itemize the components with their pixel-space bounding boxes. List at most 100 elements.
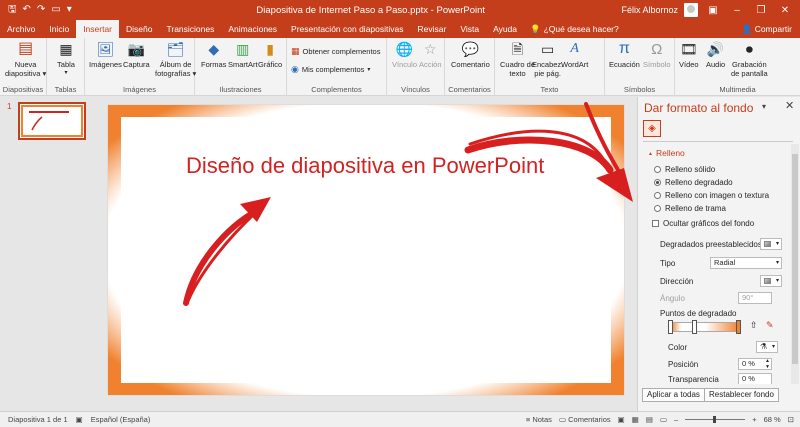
undo-icon[interactable]: ↶ <box>23 5 31 15</box>
group-label-complementos: Complementos <box>311 85 362 94</box>
apply-to-all-button[interactable]: Aplicar a todas <box>642 388 705 402</box>
my-addins-button[interactable]: ◉ Mis complementos ▾ <box>291 64 370 75</box>
fit-to-window-icon[interactable]: ⊡ <box>788 415 794 424</box>
presentation-icon[interactable]: ▭ <box>51 5 60 15</box>
pictures-button[interactable]: 🖼 Imágenes <box>89 40 122 69</box>
textbox-button[interactable]: 🗎 Cuadro de texto <box>500 40 535 78</box>
transparency-spinner[interactable]: 0 % <box>738 373 772 384</box>
remove-stop-icon[interactable]: ✎ <box>766 320 774 331</box>
scrollbar-thumb[interactable] <box>792 154 798 364</box>
type-value: Radial <box>714 258 736 267</box>
header-footer-button[interactable]: ▭ Encabez. pie pág. <box>532 40 563 78</box>
photo-album-label-2: fotografías ▾ <box>155 69 197 78</box>
restore-icon[interactable]: ❐ <box>752 5 770 16</box>
notes-button[interactable]: ≡ Notas <box>526 415 552 424</box>
smartart-button[interactable]: ▥ SmartArt <box>228 40 258 69</box>
type-dropdown[interactable]: Radial ▾ <box>710 257 782 269</box>
tab-ayuda[interactable]: Ayuda <box>486 20 524 38</box>
wordart-button[interactable]: A WordArt <box>561 40 589 70</box>
language-indicator[interactable]: Español (España) <box>83 415 159 424</box>
customize-qat-icon[interactable]: ▾ <box>67 5 72 15</box>
tell-me-box[interactable]: 💡 ¿Qué desea hacer? <box>524 20 625 38</box>
link-button[interactable]: 🌐 Vínculo <box>392 40 417 69</box>
paint-bucket-icon[interactable]: ◈ <box>643 120 661 137</box>
slide-canvas[interactable]: Diseño de diapositiva en PowerPoint <box>108 105 624 395</box>
wordart-icon: A <box>570 41 579 56</box>
preset-gradients-dropdown[interactable]: ▾ <box>760 238 782 250</box>
share-label: Compartir <box>754 24 792 34</box>
zoom-in-icon[interactable]: + <box>752 415 756 424</box>
screen-recording-button[interactable]: ⏺ Grabación de pantalla <box>731 40 768 78</box>
hide-graphics-checkbox[interactable]: Ocultar gráficos del fondo <box>652 219 754 228</box>
gradient-stop-2[interactable] <box>692 320 697 334</box>
tab-insertar[interactable]: Insertar <box>76 20 120 38</box>
video-icon: 🎞 <box>679 41 698 57</box>
share-button[interactable]: 👤 Compartir <box>742 20 800 38</box>
pane-options-icon[interactable]: ▾ <box>762 102 766 111</box>
add-stop-icon[interactable]: ⇧ <box>750 320 758 331</box>
radio-picture-fill[interactable]: Relleno con imagen o textura <box>654 191 769 200</box>
tell-me-label: ¿Qué desea hacer? <box>543 24 619 34</box>
color-picker[interactable]: ⚗ ▾ <box>756 341 778 353</box>
angle-spinner[interactable]: 90° <box>738 292 772 304</box>
minimize-icon[interactable]: – <box>728 5 746 16</box>
get-addins-button[interactable]: ▦ Obtener complementos <box>291 46 380 57</box>
radio-gradient-fill[interactable]: Relleno degradado <box>654 178 733 187</box>
gradient-stop-1[interactable] <box>668 320 673 334</box>
tab-revisar[interactable]: Revisar <box>411 20 454 38</box>
tab-archivo[interactable]: Archivo <box>0 20 42 38</box>
zoom-slider[interactable] <box>685 416 746 423</box>
new-slide-label: Nueva <box>14 60 37 69</box>
ribbon-display-icon[interactable]: ▣ <box>704 5 722 16</box>
redo-icon[interactable]: ↷ <box>37 5 45 15</box>
tab-vista[interactable]: Vista <box>453 20 486 38</box>
user-name[interactable]: Félix Albornoz <box>621 5 678 15</box>
gradient-stop-3[interactable] <box>736 320 741 334</box>
slide-thumbnail[interactable] <box>18 102 86 140</box>
direction-dropdown[interactable]: ▾ <box>760 275 782 287</box>
slide-number: 1 <box>7 102 12 111</box>
position-spinner[interactable]: 0 % ▲ ▼ <box>738 358 772 370</box>
screenshot-button[interactable]: 📷 Captura <box>123 40 150 69</box>
comment-button[interactable]: 💬 Comentario <box>451 40 490 69</box>
pane-title: Dar formato al fondo <box>644 101 754 115</box>
avatar[interactable] <box>684 3 698 17</box>
status-right: ≡ Notas ▭ Comentarios ▣ ▦ ▤ ▭ – + 68 % ⊡ <box>526 415 800 424</box>
audio-button[interactable]: 🔊 Audio <box>706 40 725 69</box>
close-icon[interactable]: ✕ <box>785 99 794 112</box>
position-value: 0 % <box>742 359 755 368</box>
tab-presentacion[interactable]: Presentación con diapositivas <box>284 20 410 38</box>
speaker-icon: 🔊 <box>706 41 725 57</box>
spellcheck-icon[interactable]: ▣ <box>76 415 83 424</box>
table-button[interactable]: ▦ Tabla ▾ <box>57 40 75 78</box>
zoom-out-icon[interactable]: – <box>674 415 678 424</box>
symbol-button[interactable]: Ω Símbolo <box>643 40 671 70</box>
radio-solid-fill[interactable]: Relleno sólido <box>654 165 715 174</box>
new-slide-button[interactable]: ▤ Nueva diapositiva ▾ <box>5 40 46 79</box>
gradient-stops-bar[interactable] <box>670 322 740 332</box>
zoom-level[interactable]: 68 % <box>764 415 781 424</box>
normal-view-icon[interactable]: ▣ <box>618 415 625 424</box>
tab-animaciones[interactable]: Animaciones <box>221 20 284 38</box>
close-window-icon[interactable]: ✕ <box>776 5 794 16</box>
action-button[interactable]: ☆ Acción <box>419 40 442 69</box>
radio-pattern-fill[interactable]: Relleno de trama <box>654 204 726 213</box>
tab-diseno[interactable]: Diseño <box>119 20 159 38</box>
wordart-label: WordArt <box>561 60 589 69</box>
slideshow-icon[interactable]: ▭ <box>660 415 667 424</box>
reading-view-icon[interactable]: ▤ <box>646 415 653 424</box>
photo-album-button[interactable]: 🗂 Álbum de fotografías ▾ <box>155 40 196 78</box>
slide-sorter-icon[interactable]: ▦ <box>632 415 639 424</box>
chart-button[interactable]: ▮ Gráfico <box>258 40 282 69</box>
section-header-relleno[interactable]: Relleno <box>648 148 685 158</box>
shapes-button[interactable]: ◆ Formas <box>201 40 226 69</box>
reset-background-button[interactable]: Restablecer fondo <box>704 388 779 402</box>
video-button[interactable]: 🎞 Vídeo <box>679 40 699 69</box>
pane-scrollbar[interactable] <box>791 144 799 384</box>
tab-inicio[interactable]: Inicio <box>42 20 76 38</box>
equation-button[interactable]: π Ecuación <box>609 40 640 70</box>
group-label-texto: Texto <box>540 85 559 94</box>
save-icon[interactable]: 🖫 <box>8 5 17 15</box>
tab-transiciones[interactable]: Transiciones <box>159 20 221 38</box>
comments-button[interactable]: ▭ Comentarios <box>559 415 611 424</box>
